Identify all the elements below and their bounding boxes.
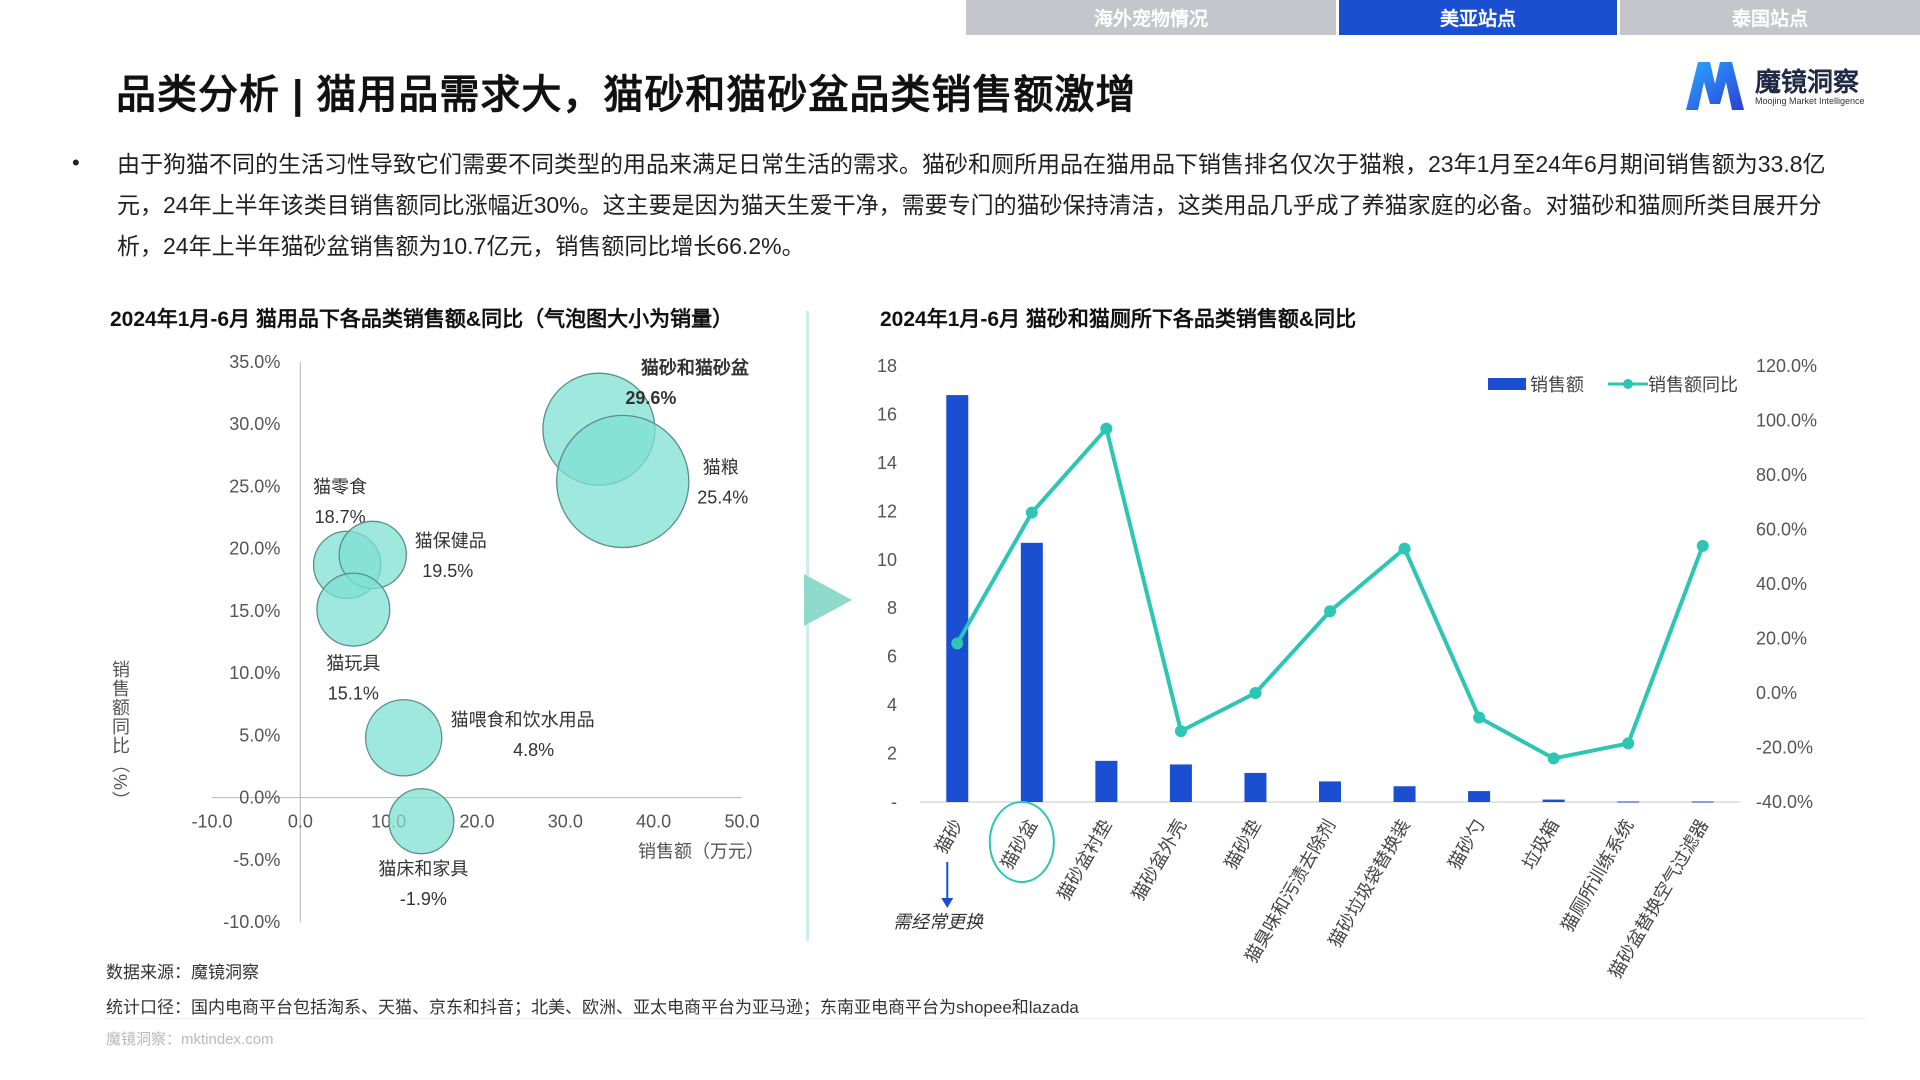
bar-right-tick: 40.0% (1756, 574, 1807, 594)
legend-bar-swatch (1488, 378, 1526, 390)
category-label: 猫砂盆衬垫 (1054, 816, 1116, 904)
yoy-point (1622, 737, 1635, 750)
footer-divider (106, 1018, 1866, 1019)
yoy-point (1398, 542, 1411, 555)
sales-bar (1617, 801, 1640, 803)
annotation-text: 需经常更换 (893, 912, 984, 932)
bar-left-tick: 12 (877, 501, 897, 521)
legend-line-marker (1623, 379, 1633, 389)
data-source: 数据来源：魔镜洞察 (106, 963, 259, 982)
sales-bar (1393, 786, 1416, 802)
sales-bar (1691, 801, 1714, 803)
sales-bar (1020, 542, 1043, 802)
bar-left-tick: 4 (887, 695, 897, 715)
category-label: 猫砂盆 (997, 816, 1041, 873)
category-label: 垃圾箱 (1519, 816, 1563, 873)
category-label: 猫厕所训练系统 (1557, 816, 1637, 935)
bar-left-tick: 8 (887, 598, 897, 618)
bar-left-tick: 2 (887, 744, 897, 764)
category-label: 猫砂盆外壳 (1128, 816, 1190, 904)
bar-right-tick: 60.0% (1756, 520, 1807, 540)
bar-left-tick: 18 (877, 356, 897, 376)
bar-right-tick: -40.0% (1756, 792, 1813, 812)
yoy-point (1696, 539, 1709, 552)
bar-left-tick: 6 (887, 647, 897, 667)
bar-left-tick: 10 (877, 550, 897, 570)
bar-right-tick: 120.0% (1756, 356, 1817, 376)
down-arrow-icon (941, 898, 954, 908)
sales-bar (1169, 764, 1192, 802)
sales-bar (1542, 799, 1565, 802)
sales-bar (1319, 781, 1341, 802)
sales-bar (1468, 791, 1491, 802)
category-label: 猫砂垃圾袋替换装 (1325, 816, 1414, 951)
yoy-point (1100, 422, 1113, 435)
bar-right-tick: 0.0% (1756, 683, 1797, 703)
yoy-point (1249, 687, 1262, 699)
bar-left-tick: - (891, 792, 897, 812)
watermark: 魔镜洞察：mktindex.com (106, 1031, 274, 1048)
bar-line-chart: - 2 4 6 8 10 12 14 16 18 -40.0% -20.0% 0.0% 20.0% 40.0… (877, 356, 1817, 982)
yoy-point (1547, 752, 1560, 765)
category-label: 猫砂垫 (1221, 816, 1265, 873)
yoy-point (1025, 506, 1038, 519)
bar-left-tick: 16 (877, 404, 897, 424)
statistics-scope: 统计口径：国内电商平台包括淘系、天猫、京东和抖音；北美、欧洲、亚太电商平台为亚马… (106, 998, 1079, 1017)
bar-right-tick: 20.0% (1756, 629, 1807, 649)
bar-right-tick: 80.0% (1756, 465, 1807, 485)
sales-bar (1244, 772, 1267, 802)
sales-bar (1095, 760, 1118, 802)
bar-right-tick: 100.0% (1756, 411, 1817, 431)
yoy-point (951, 637, 964, 650)
yoy-line (955, 426, 1705, 761)
category-label: 猫砂 (931, 816, 966, 857)
legend-yoy: 销售额同比 (1648, 375, 1738, 395)
bar-left-tick: 14 (877, 453, 897, 473)
sales-bar (946, 395, 969, 802)
yoy-point (1324, 605, 1336, 618)
bar-right-tick: -20.0% (1756, 738, 1813, 758)
yoy-point (1473, 711, 1486, 724)
legend-sales: 销售额 (1530, 375, 1584, 395)
yoy-point (1174, 725, 1187, 738)
category-label: 猫砂勺 (1444, 816, 1488, 873)
